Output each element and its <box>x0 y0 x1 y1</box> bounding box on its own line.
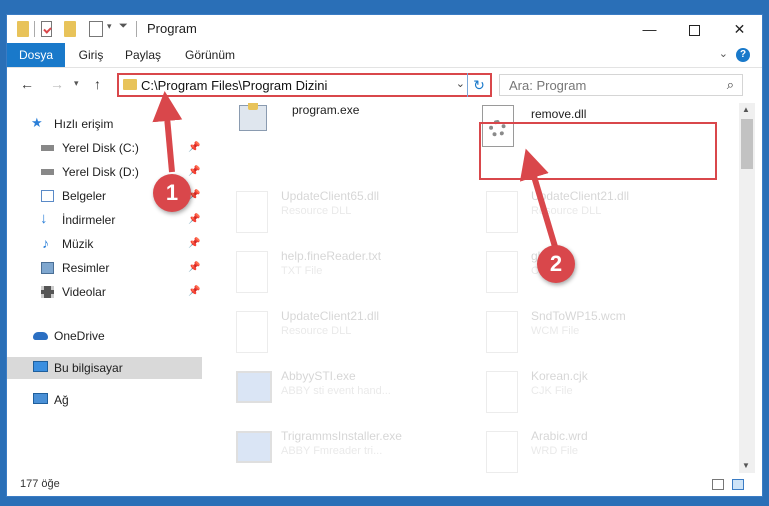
step-2-badge: 2 <box>537 245 575 283</box>
arrow-2 <box>519 148 559 251</box>
annotation-arrows <box>152 91 559 251</box>
step-1-badge: 1 <box>153 174 191 212</box>
arrow-1 <box>152 91 183 173</box>
